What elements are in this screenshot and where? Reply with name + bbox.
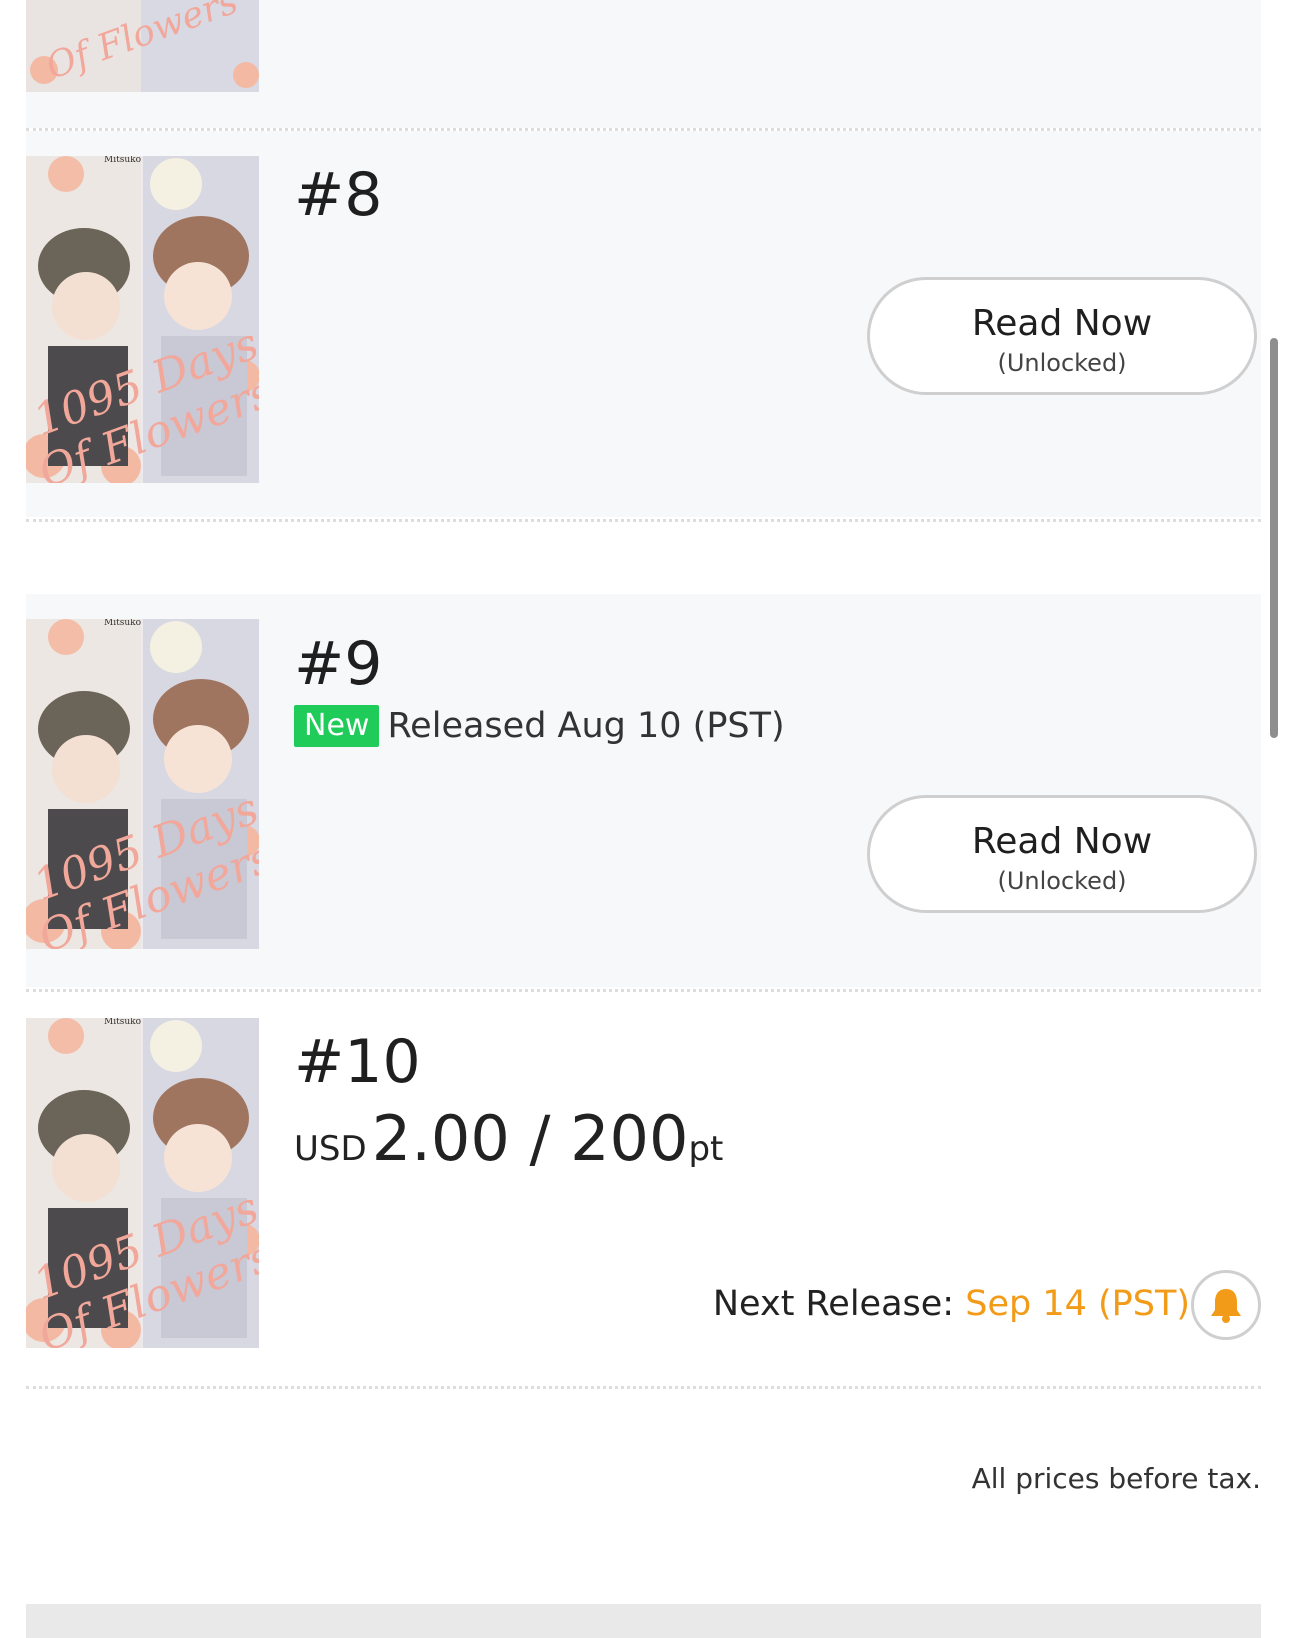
bottom-divider-bar — [26, 1604, 1261, 1638]
episode-number: #10 — [294, 1027, 421, 1097]
episode-number: #9 — [294, 629, 383, 699]
row-divider — [26, 989, 1261, 992]
price-currency: USD — [294, 1129, 367, 1169]
episode-price: USD 2.00 / 200pt — [294, 1102, 723, 1175]
cover-image: Mitsuko 1095 Days Of Flowers — [26, 619, 259, 949]
read-now-button[interactable]: Read Now (Unlocked) — [867, 277, 1257, 395]
read-now-label: Read Now — [971, 303, 1153, 344]
cover-image: Of Flowers — [26, 0, 259, 92]
next-release-date: Sep 14 (PST) — [965, 1284, 1190, 1324]
read-now-button[interactable]: Read Now (Unlocked) — [867, 795, 1257, 913]
cover-image: Mitsuko 1095 Days Of Flowers — [26, 156, 259, 483]
price-unit: pt — [688, 1129, 724, 1169]
row-divider — [26, 1386, 1261, 1389]
episode-row-8[interactable]: Mitsuko 1095 Days Of Flowers #8 Read Now… — [26, 131, 1261, 517]
read-now-label: Read Now — [971, 821, 1153, 862]
cover-author: Mitsuko — [104, 619, 141, 628]
cover-image: Mitsuko 1095 Days Of Flowers — [26, 1018, 259, 1348]
unlocked-label: (Unlocked) — [997, 349, 1127, 377]
episode-row-7[interactable]: Of Flowers — [26, 0, 1261, 128]
cover-author: Mitsuko — [104, 1018, 141, 1027]
price-amount: 2.00 / 200 — [371, 1102, 689, 1175]
episode-row-9[interactable]: Mitsuko 1095 Days Of Flowers #9 New Relea… — [26, 594, 1261, 987]
unlocked-label: (Unlocked) — [997, 867, 1127, 895]
episode-number: #8 — [294, 160, 383, 230]
cover-author: Mitsuko — [104, 156, 141, 165]
next-release-label: Next Release: — [712, 1284, 955, 1324]
episode-list-page: Of Flowers Mitsuko 1095 Days Of Flowers … — [0, 0, 1290, 1638]
scrollbar[interactable] — [1270, 338, 1278, 738]
row-divider — [26, 519, 1261, 522]
new-badge: New — [294, 705, 380, 747]
tax-note: All prices before tax. — [971, 1462, 1261, 1495]
release-date-text: Released Aug 10 (PST) — [387, 706, 785, 746]
notify-bell-button[interactable] — [1191, 1270, 1261, 1340]
release-info: New Released Aug 10 (PST) — [294, 704, 785, 748]
bell-icon — [1211, 1289, 1241, 1323]
next-release-info: Next Release: Sep 14 (PST) — [713, 1282, 1190, 1326]
